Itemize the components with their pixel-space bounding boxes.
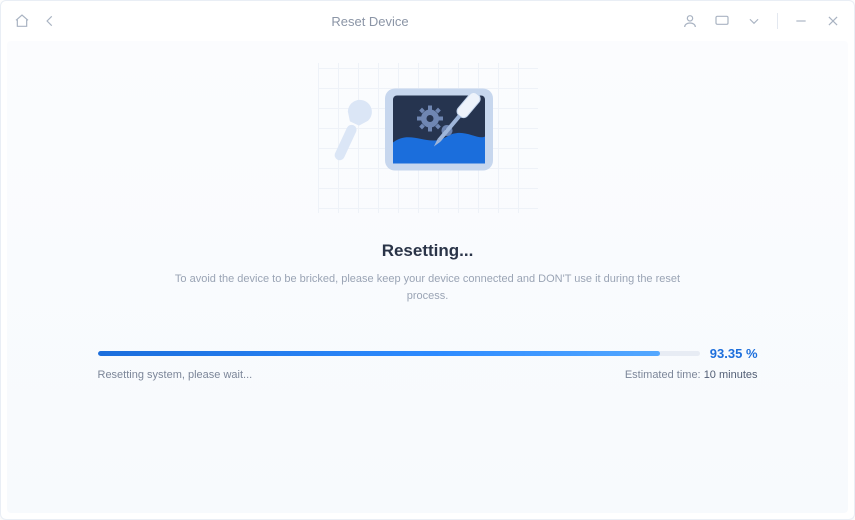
progress-eta: Estimated time: 10 minutes: [625, 369, 758, 381]
titlebar-right: [681, 12, 842, 30]
progress-bar-row: 93.35 %: [98, 346, 758, 361]
progress-eta-label: Estimated time:: [625, 369, 701, 381]
minimize-icon[interactable]: [792, 12, 810, 30]
status-heading: Resetting...: [382, 241, 474, 261]
home-icon[interactable]: [13, 12, 31, 30]
status-subtext: To avoid the device to be bricked, pleas…: [168, 271, 688, 304]
progress-eta-value: 10 minutes: [704, 369, 758, 381]
device-reset-illustration: [333, 71, 523, 206]
separator: [777, 13, 778, 29]
progress-info-row: Resetting system, please wait... Estimat…: [98, 369, 758, 381]
progress-percent: 93.35 %: [710, 346, 758, 361]
titlebar-left: [13, 12, 59, 30]
close-icon[interactable]: [824, 12, 842, 30]
chevron-down-icon[interactable]: [745, 12, 763, 30]
progress-status-text: Resetting system, please wait...: [98, 369, 253, 381]
app-window: Reset Device: [0, 0, 855, 520]
window-title: Reset Device: [59, 14, 681, 29]
titlebar: Reset Device: [1, 1, 854, 41]
feedback-icon[interactable]: [713, 12, 731, 30]
illustration-grid: [318, 63, 538, 213]
progress-fill: [98, 351, 660, 356]
progress-track: [98, 351, 700, 356]
user-icon[interactable]: [681, 12, 699, 30]
back-icon[interactable]: [41, 12, 59, 30]
content-area: Resetting... To avoid the device to be b…: [7, 41, 848, 513]
